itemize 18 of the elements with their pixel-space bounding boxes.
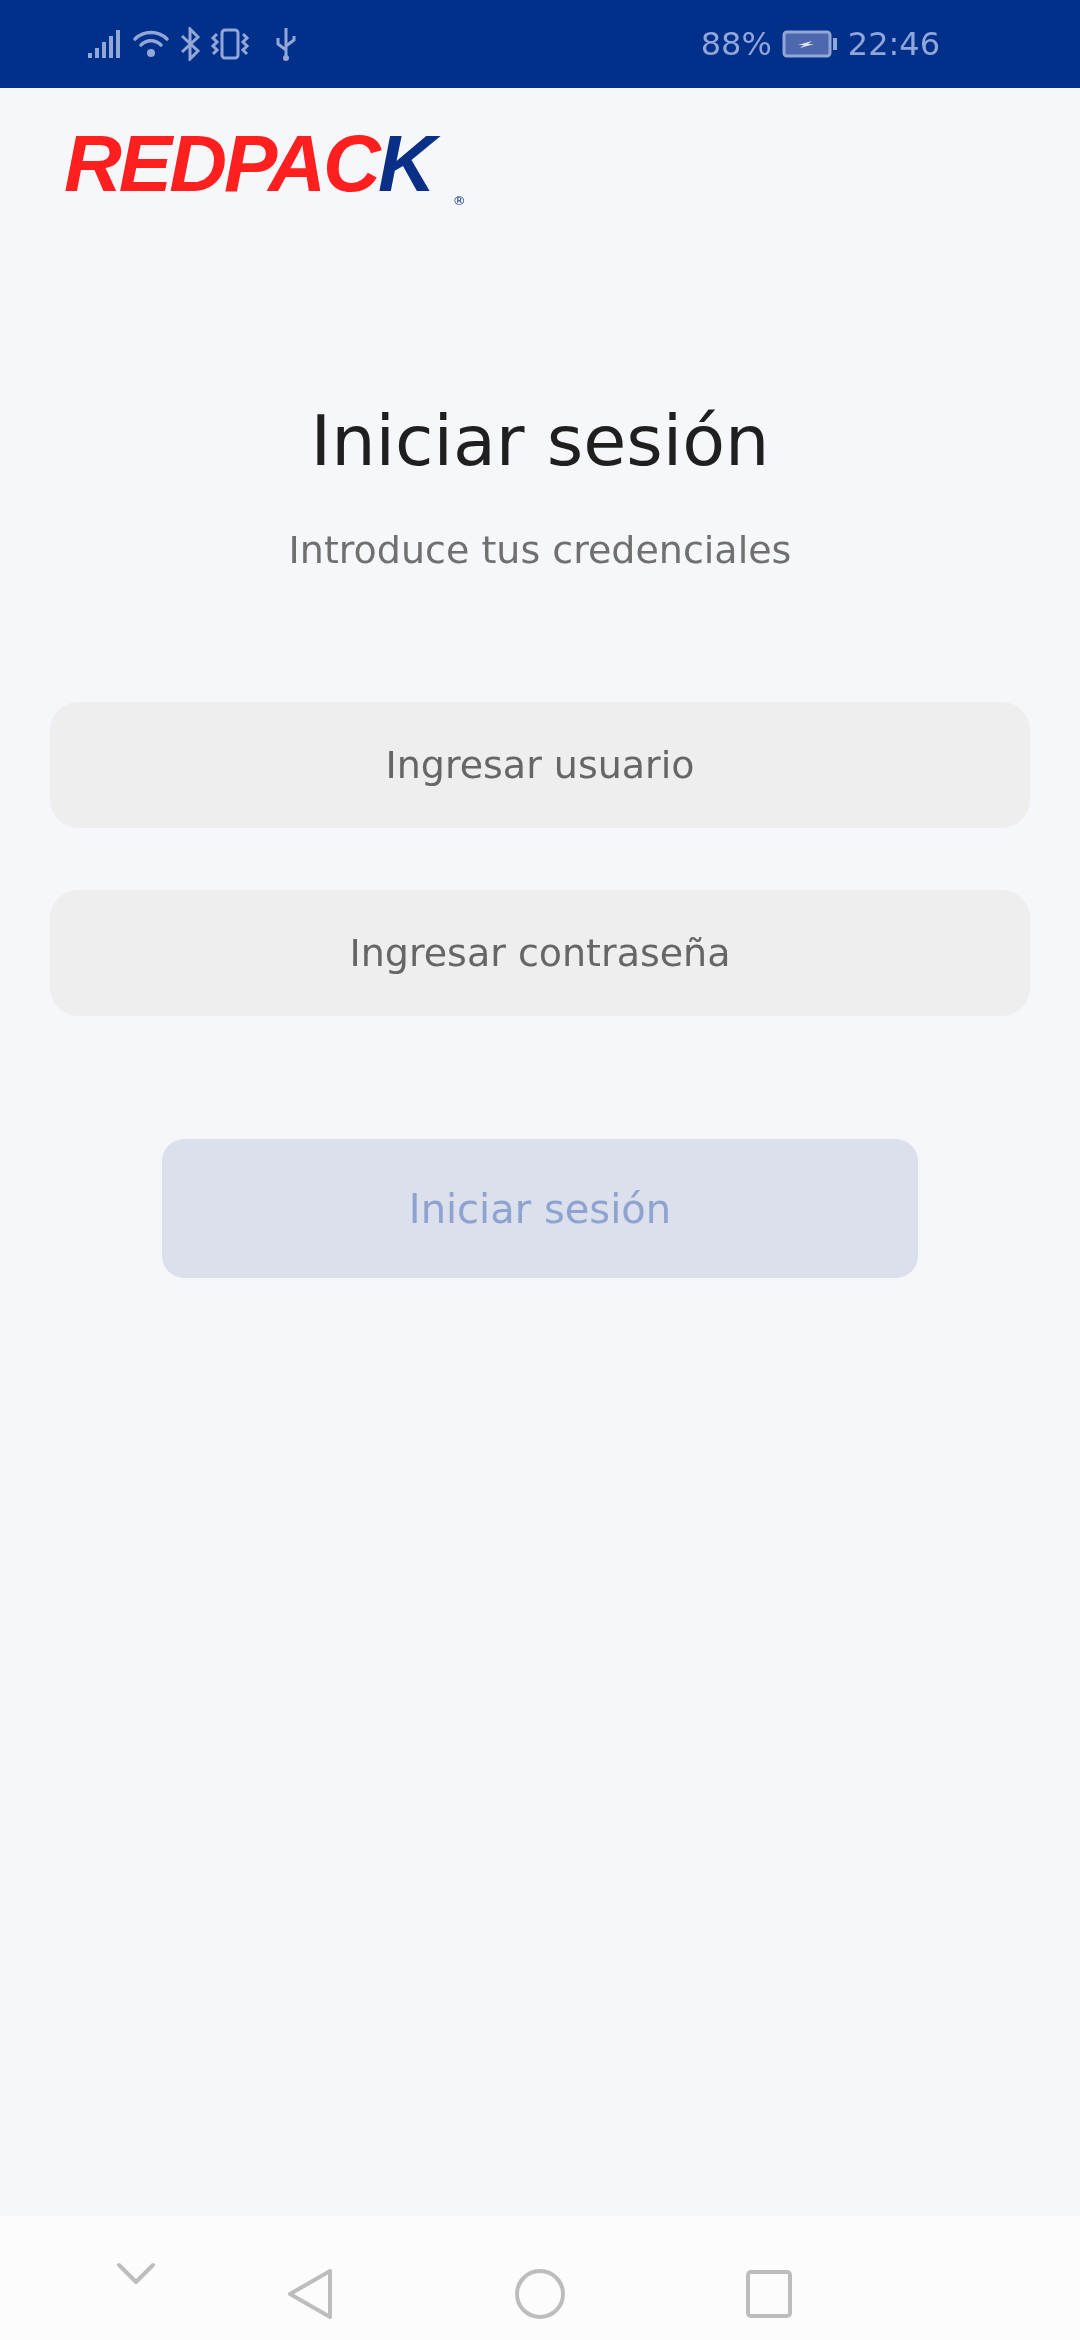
username-field[interactable]: Ingresar usuario xyxy=(50,702,1030,828)
battery-percent: 88% xyxy=(700,25,772,63)
vibrate-icon xyxy=(210,28,250,60)
collapse-icon[interactable] xyxy=(116,2262,156,2286)
wifi-icon xyxy=(132,28,170,60)
bluetooth-icon xyxy=(180,27,200,61)
clock-time: 22:46 xyxy=(847,25,940,63)
home-icon[interactable] xyxy=(514,2268,566,2320)
subtitle: Introduce tus credenciales xyxy=(288,527,792,574)
registered-mark: ® xyxy=(452,193,466,208)
usb-icon xyxy=(274,26,298,62)
page-title: Iniciar sesión xyxy=(310,399,770,484)
recents-icon[interactable] xyxy=(746,2270,792,2318)
battery-charging-icon xyxy=(781,30,838,58)
logo-wordmark: REDPACK xyxy=(64,118,441,210)
password-field[interactable]: Ingresar contraseña xyxy=(50,890,1030,1016)
signal-icon xyxy=(88,29,122,59)
back-icon[interactable] xyxy=(286,2268,334,2320)
